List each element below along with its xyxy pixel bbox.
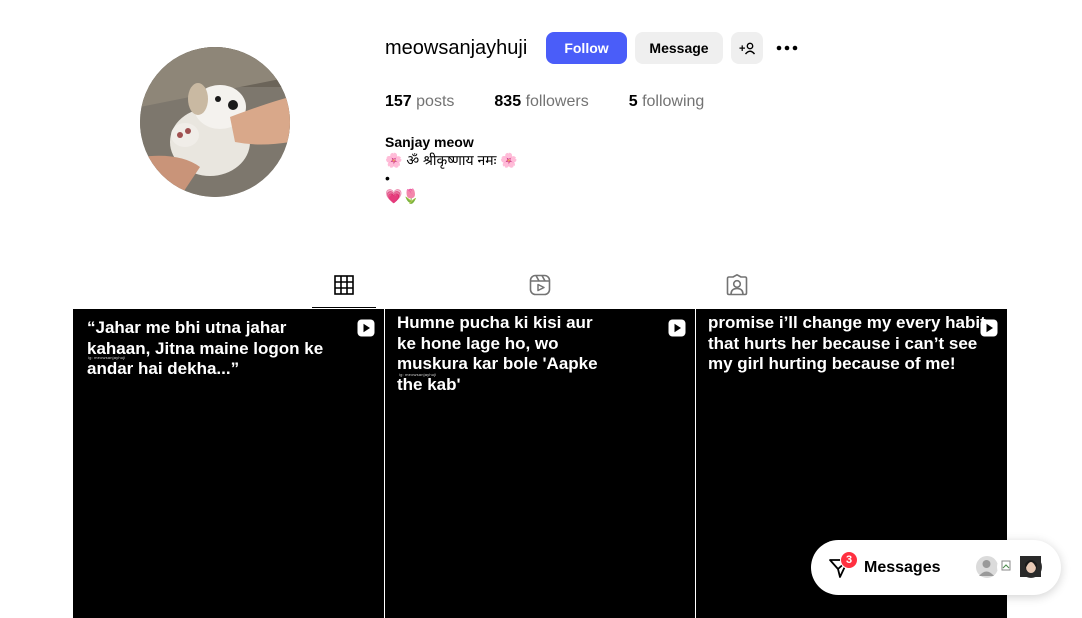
followers-label: followers [525, 93, 589, 110]
flower-emoji-left: 🌸 [385, 152, 403, 168]
followers-stat[interactable]: 835 followers [494, 93, 588, 111]
messages-label: Messages [864, 559, 941, 576]
post-watermark: ig: meowsanjayhuji [399, 372, 437, 377]
posts-stat: 157 posts [385, 93, 454, 111]
add-user-icon: + [739, 42, 755, 55]
bio-name: Sanjay meow [385, 134, 474, 150]
followers-count: 835 [494, 93, 522, 110]
messages-pill[interactable]: 3 Messages [811, 540, 1061, 595]
conversation-avatar [1019, 555, 1043, 579]
unread-badge: 3 [840, 551, 858, 569]
avatar-photo [140, 47, 290, 197]
more-icon [776, 45, 798, 51]
post-caption-text: Humne pucha ki kisi aur ke hone lage ho,… [397, 313, 598, 394]
following-count: 5 [628, 93, 638, 110]
post-tile[interactable]: Humne pucha ki kisi aur ke hone lage ho,… [385, 309, 695, 618]
following-stat[interactable]: 5 following [629, 93, 705, 111]
tab-tagged[interactable] [705, 262, 769, 308]
conversation-avatar [997, 555, 1021, 579]
username-row: meowsanjayhuji [385, 32, 527, 64]
broken-image-icon [1001, 560, 1011, 571]
post-watermark: ig: meowsanjayhuji [88, 355, 126, 360]
following-label: following [642, 93, 705, 110]
post-tile[interactable]: “Jahar me bhi utna jahar kahaan, Jitna m… [73, 309, 384, 618]
tab-posts[interactable] [312, 262, 376, 308]
reel-badge-icon [668, 319, 686, 337]
add-user-button[interactable]: + [731, 32, 763, 64]
bio-mantra: ॐ श्रीकृष्णाय नमः [406, 152, 497, 168]
svg-text:+: + [739, 43, 745, 55]
profile-avatar[interactable] [140, 47, 290, 197]
bio-line-1: 🌸 ॐ श्रीकृष्णाय नमः 🌸 [385, 151, 518, 169]
conversation-avatar [975, 555, 999, 579]
tab-reels[interactable] [508, 262, 572, 308]
user-photo [1020, 556, 1041, 577]
bio-line-2: • [385, 170, 390, 186]
profile-username: meowsanjayhuji [385, 36, 528, 59]
post-caption-text: “Jahar me bhi utna jahar kahaan, Jitna m… [87, 318, 324, 378]
posts-count: 157 [385, 93, 412, 110]
follow-button[interactable]: Follow [546, 32, 627, 64]
message-button[interactable]: Message [635, 32, 723, 64]
flower-emoji-right: 🌸 [500, 152, 518, 168]
profile-bio: Sanjay meow 🌸 ॐ श्रीकृष्णाय नमः 🌸 • 💗🌷 [385, 133, 518, 205]
reels-icon [529, 274, 551, 296]
bio-line-3: 💗🌷 [385, 188, 420, 204]
post-caption-text: promise i’ll change my every habit that … [708, 313, 986, 373]
tagged-icon [726, 274, 748, 296]
more-options-button[interactable] [772, 32, 802, 64]
reel-badge-icon [357, 319, 375, 337]
reel-badge-icon [980, 319, 998, 337]
profile-stats: 157 posts 835 followers 5 following [385, 93, 744, 111]
grid-icon [334, 274, 354, 295]
posts-label: posts [416, 93, 455, 110]
profile-tabs [72, 262, 1007, 308]
default-user-icon [979, 560, 994, 576]
